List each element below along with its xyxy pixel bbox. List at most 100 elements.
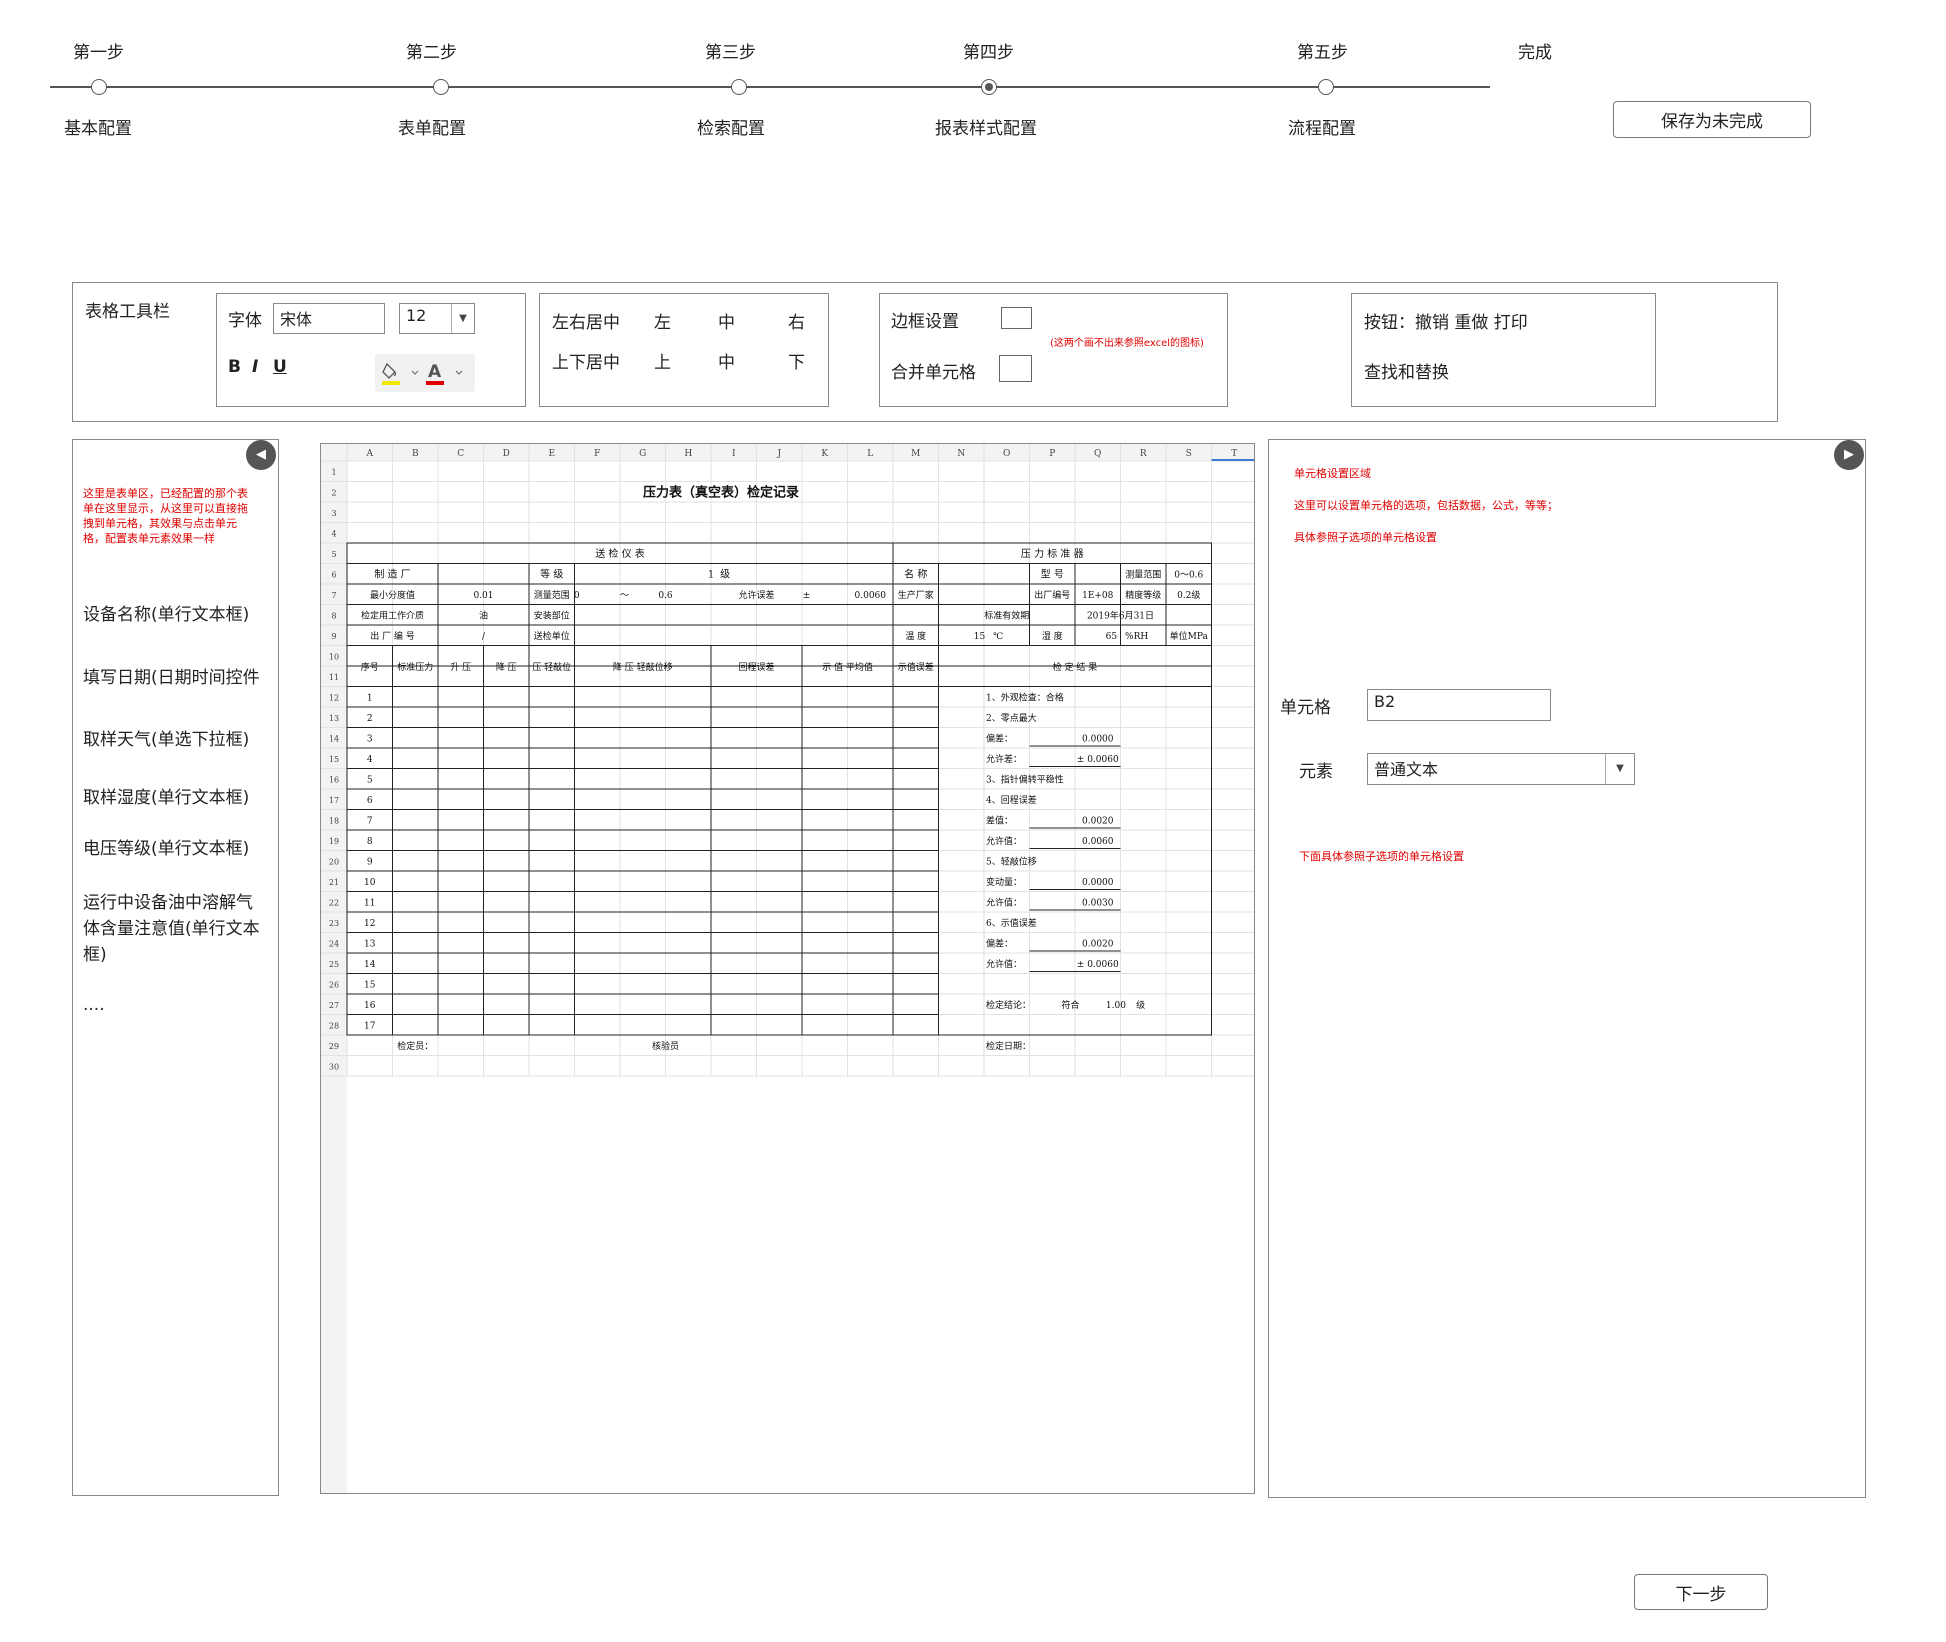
table-cell-text: 1E+08 <box>1082 591 1114 601</box>
form-item-humidity[interactable]: 取样湿度(单行文本框) <box>83 783 249 808</box>
column-header: C <box>457 449 464 459</box>
column-header: B <box>412 449 419 459</box>
row-header: 15 <box>329 755 339 764</box>
table-cell-text: %RH <box>1125 632 1148 642</box>
row-header: 17 <box>329 796 339 805</box>
merge-cells-icon[interactable] <box>999 355 1032 382</box>
form-item-device-name[interactable]: 设备名称(单行文本框) <box>83 600 249 625</box>
table-cell-text: 15 <box>974 632 986 642</box>
step-5-label[interactable]: 流程配置 <box>1288 114 1356 139</box>
collapse-right-icon[interactable]: ▶ <box>1834 440 1864 470</box>
table-cell-text: 1 <box>708 570 714 581</box>
underline-button[interactable]: U <box>273 357 287 377</box>
form-item-gas-content[interactable]: 运行中设备油中溶解气体含量注意值(单行文本框) <box>83 890 268 968</box>
step-2-dot[interactable] <box>433 79 449 95</box>
row-header-bar <box>321 444 347 1493</box>
step-done-label: 完成 <box>1518 43 1552 63</box>
row-header: 19 <box>329 837 339 846</box>
step-5-title: 第五步 <box>1297 43 1348 63</box>
table-cell-text: ℃ <box>993 632 1003 642</box>
align-center-button[interactable]: 中 <box>718 308 735 333</box>
step-1-dot[interactable] <box>91 79 107 95</box>
row-header: 12 <box>329 694 339 703</box>
table-cell-text: 测量范围 <box>534 589 570 601</box>
table-cell-text: 检定员： <box>397 1040 433 1052</box>
align-top-button[interactable]: 上 <box>654 348 671 373</box>
step-5-dot[interactable] <box>1318 79 1334 95</box>
align-right-button[interactable]: 右 <box>788 308 805 333</box>
next-step-button[interactable]: 下一步 <box>1634 1574 1768 1610</box>
row-header: 20 <box>329 858 339 867</box>
result-text: 6、示值误差 <box>986 917 1037 929</box>
step-4-dot[interactable] <box>981 79 997 95</box>
merge-label: 合并单元格 <box>891 363 976 383</box>
table-cell-text: 测量范围 <box>1125 569 1161 581</box>
step-1-title: 第一步 <box>73 43 124 63</box>
form-item-fill-date[interactable]: 填写日期(日期时间控件 <box>83 663 278 688</box>
save-incomplete-button[interactable]: 保存为未完成 <box>1613 101 1811 138</box>
row-header: 5 <box>331 550 336 559</box>
row-serial: 5 <box>367 776 373 786</box>
step-4-label[interactable]: 报表样式配置 <box>935 114 1037 139</box>
chevron-down-icon[interactable]: ▼ <box>1605 754 1634 784</box>
row-header: 8 <box>331 612 336 621</box>
row-header: 21 <box>329 878 339 887</box>
result-text: 0.0000 <box>1082 735 1114 745</box>
row-serial: 16 <box>364 1001 376 1011</box>
align-left-button[interactable]: 左 <box>654 308 671 333</box>
collapse-left-icon[interactable]: ◀ <box>246 440 276 470</box>
spreadsheet-canvas[interactable]: A B C D E F G H I J K L M N O P Q R S T 1 2 3 4 5 6 7 8 9 10 11 12 13 14 1… <box>320 443 1255 1494</box>
undo-redo-print-buttons[interactable]: 按钮：撤销 重做 打印 <box>1364 308 1528 333</box>
bold-button[interactable]: B <box>228 357 241 377</box>
align-middle-button[interactable]: 中 <box>718 348 735 373</box>
table-cell-text: 名 称 <box>904 568 927 581</box>
column-header: E <box>548 449 555 459</box>
font-size-select[interactable]: 12 ▼ <box>399 303 475 334</box>
result-text: 0.0060 <box>1082 837 1114 847</box>
result-text: 差值： <box>986 815 1013 827</box>
step-2-label[interactable]: 表单配置 <box>398 114 466 139</box>
step-3-dot[interactable] <box>731 79 747 95</box>
table-cell-text: 检定用工作介质 <box>361 610 424 622</box>
column-header: A <box>366 449 374 459</box>
table-cell-text: 2019年6月31日 <box>1087 610 1154 622</box>
border-settings-icon[interactable] <box>1001 307 1032 329</box>
row-header: 2 <box>331 489 336 498</box>
result-text: 允许值： <box>986 897 1022 909</box>
table-cell-text: 0.01 <box>473 591 493 601</box>
font-family-input[interactable]: 宋体 <box>273 303 385 334</box>
step-3-label[interactable]: 检索配置 <box>697 114 765 139</box>
form-item-weather[interactable]: 取样天气(单选下拉框) <box>83 725 249 750</box>
table-cell-text: ± <box>803 591 811 601</box>
chevron-down-icon[interactable]: ▼ <box>451 304 474 333</box>
halign-label: 左右居中 <box>552 313 620 333</box>
stepper-track <box>50 86 1490 88</box>
report-grid[interactable]: A B C D E F G H I J K L M N O P Q R S T12345678910111213141… <box>321 444 1255 1494</box>
row-serial: 14 <box>364 960 376 970</box>
find-replace-button[interactable]: 查找和替换 <box>1364 358 1449 383</box>
cell-label: 单元格 <box>1280 698 1331 718</box>
column-header: K <box>821 449 828 459</box>
table-cell-text: 级 <box>720 569 730 581</box>
cell-ref-input[interactable]: B2 <box>1367 689 1551 721</box>
form-item-voltage[interactable]: 电压等级(单行文本框) <box>83 834 249 859</box>
row-header: 7 <box>331 591 336 600</box>
result-text: 变动量： <box>986 876 1022 888</box>
element-type-select[interactable]: 普通文本 ▼ <box>1367 753 1635 785</box>
step-3-title: 第三步 <box>705 43 756 63</box>
column-header: G <box>639 449 646 459</box>
italic-button[interactable]: I <box>252 357 258 377</box>
step-1-label[interactable]: 基本配置 <box>64 114 132 139</box>
result-text: 允许差： <box>986 753 1022 765</box>
column-heading: 序号 <box>361 661 379 673</box>
column-header: T <box>1231 449 1237 459</box>
table-cell-text: 湿 度 <box>1042 630 1063 642</box>
font-color-icon[interactable]: A <box>423 354 475 392</box>
row-header: 23 <box>329 919 339 928</box>
section-right-label: 压 力 标 准 器 <box>1021 547 1084 560</box>
svg-text:A: A <box>428 362 442 382</box>
row-serial: 6 <box>367 796 373 806</box>
align-bottom-button[interactable]: 下 <box>788 348 805 373</box>
table-cell-text: 0.2级 <box>1177 589 1200 601</box>
row-serial: 2 <box>367 714 373 724</box>
